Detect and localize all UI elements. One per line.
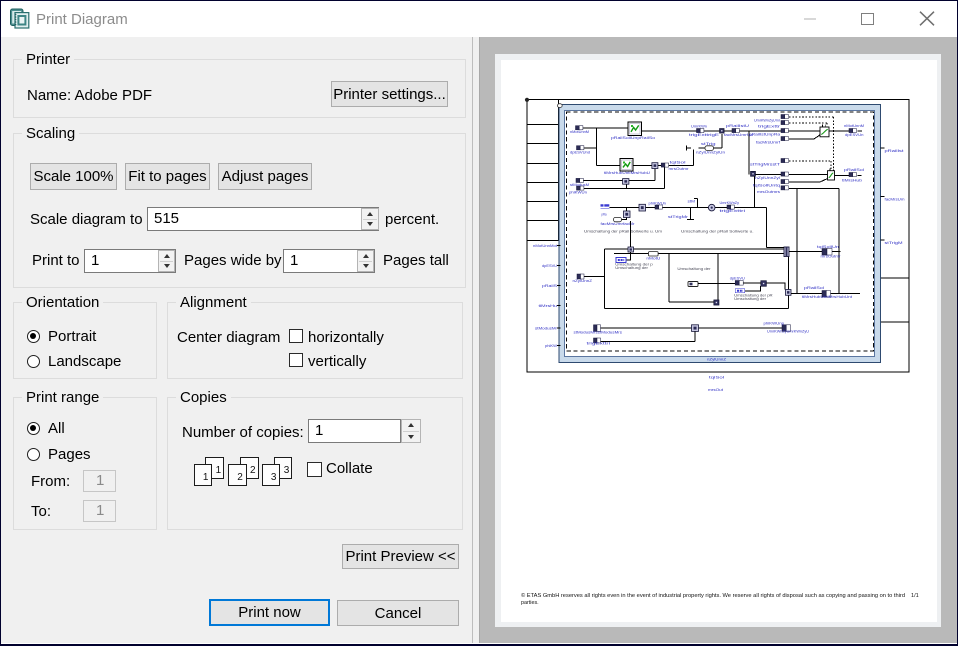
svg-text:tiMrsHubUntiMrsHubUnt: tiMrsHubUntiMrsHubUnt [802,294,853,299]
svg-text:phiKWUn: phiKWUn [569,190,587,195]
svg-text:UmrKWnZyUmr: UmrKWnZyUmr [754,118,781,123]
svg-text:facMrsUmrf: facMrsUmrf [756,140,781,145]
svg-text:pRailIstU: pRailIstU [726,123,749,128]
svg-text:mrsOutmrs: mrsOutmrs [757,189,780,194]
svg-text:mrsOutmr: mrsOutmr [821,253,842,258]
svg-text:phiKWUnp: phiKWUnp [764,321,785,326]
svg-text:1/1: 1/1 [911,593,919,599]
svg-text:trigExttrigE: trigExttrigE [689,132,720,137]
svg-text:pRa: pRa [602,212,608,217]
svg-text:nMotUnnM: nMotUnnM [570,129,589,134]
svg-text:tiMrsHub: tiMrsHub [842,177,863,182]
svg-text:tqiSollUn: tqiSollUn [817,244,839,249]
svg-text:UmrKWnZyUmrKWnZyU: UmrKWnZyUmrKWnZyU [767,329,809,334]
svg-text:dpESVU: dpESVU [542,263,557,268]
svg-text:stModusM: stModusM [570,182,589,187]
svg-text:tqiSol: tqiSol [670,159,686,164]
svg-text:tiMrsHubUntiMrsHubU: tiMrsHubUntiMrsHubU [604,170,650,175]
svg-text:phiKW: phiKW [545,343,557,348]
svg-text:Umschaltung der pRail Sollwert: Umschaltung der pRail Sollwerte u. [681,229,754,234]
svg-text:phiKWUn: phiKWUn [649,201,667,206]
svg-text:mrsOut: mrsOut [708,387,724,392]
svg-text:mrsOutmr: mrsOutmr [669,166,690,171]
svg-text:pRailSollUnpRailSo: pRailSollUnpRailSo [611,135,656,140]
svg-text:dpESVUn: dpESVUn [845,132,864,137]
svg-text:Umschaltung der: Umschaltung der [677,266,711,271]
svg-text:tqiSol: tqiSol [709,375,724,380]
svg-text:pRailIst: pRailIst [885,148,905,153]
svg-text:stTrigM: stTrigM [885,240,903,245]
svg-text:UmrKWn: UmrKWn [691,124,707,129]
svg-text:stModusMrsstModusMrs: stModusMrsstModusMrs [574,330,623,335]
svg-text:trigExttri: trigExttri [720,208,746,213]
svg-text:trigExttr: trigExttr [758,124,781,129]
svg-text:nMotUnnM: nMotUnnM [844,123,864,128]
svg-text:nZylUnnZylUn: nZylUnnZylUn [696,149,725,154]
svg-text:nZylUnnZyl: nZylUnnZyl [755,175,780,180]
svg-text:Umschaltung der: Umschaltung der [615,265,648,270]
svg-text:facMrsUm: facMrsUm [885,196,906,201]
svg-text:dpESVU: dpESVU [730,276,745,281]
svg-text:pRailIstUnpRa: pRailIstUnpRa [749,132,781,137]
svg-text:UmrKWnZy: UmrKWnZy [720,200,740,205]
svg-text:nZylUnnZ: nZylUnnZ [573,278,593,283]
svg-text:dpESVUnd: dpESVUnd [570,150,590,155]
svg-text:stTrigMrsstT: stTrigMrsstT [750,162,781,167]
svg-text:Umschaltung der: Umschaltung der [734,296,767,301]
svg-text:tiMrsHu: tiMrsHu [539,303,558,308]
svg-text:pRailS: pRailS [542,283,557,288]
svg-text:parties.: parties. [521,600,539,606]
svg-text:Umschaltung der pRail Sollwert: Umschaltung der pRail Sollwerte u. Um [584,229,662,234]
svg-text:© ETAS GmbH reserves all right: © ETAS GmbH reserves all rights even in … [521,592,905,599]
svg-text:pRailSol: pRailSol [844,167,864,172]
svg-text:stM: stM [688,198,696,203]
svg-text:stTrigMr: stTrigMr [668,214,689,219]
svg-text:pRailSol: pRailSol [804,285,824,290]
svg-text:tqiSollUntq: tqiSollUntq [753,183,780,188]
svg-text:nMotU: nMotU [646,256,660,261]
svg-text:nZylUnnZ: nZylUnnZ [707,356,727,361]
svg-text:nMotUnnMot: nMotUnnMot [533,243,558,248]
svg-text:stModusMr: stModusMr [535,326,558,331]
svg-text:stTrig: stTrig [701,141,716,146]
svg-text:trigExttri: trigExttri [587,341,611,346]
